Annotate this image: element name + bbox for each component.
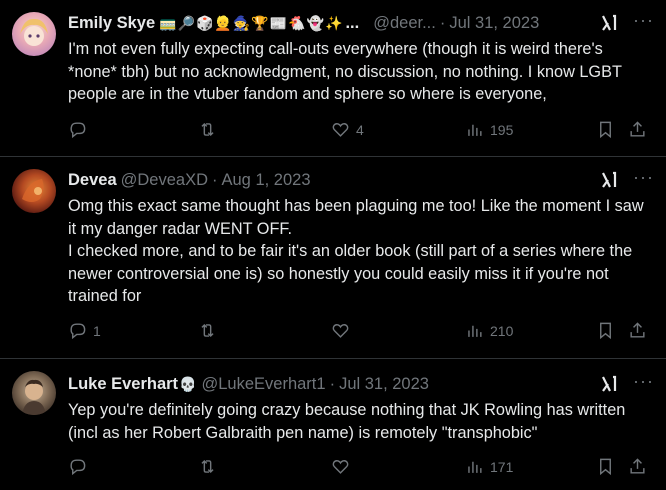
views-icon (468, 325, 482, 337)
bookmark-icon (600, 121, 611, 139)
views-button[interactable]: 171 (465, 457, 513, 476)
heart-icon (332, 460, 349, 474)
separator: · (212, 170, 218, 189)
more-icon[interactable]: ··· (633, 11, 654, 29)
name-emojis: 💀 (179, 375, 198, 392)
tweet-date[interactable]: Jul 31, 2023 (339, 375, 429, 394)
retweet-button[interactable] (198, 457, 223, 476)
like-button[interactable]: 4 (331, 120, 364, 139)
views-count: 195 (490, 121, 514, 138)
tweet-text: Omg this exact same thought has been pla… (68, 197, 644, 305)
tweet-date[interactable]: Jul 31, 2023 (449, 14, 539, 33)
tweet[interactable]: Emily Skye 🚃🔎🎲👱🧙🏆📰🐔👻✨ ... @deer... · Jul… (0, 0, 666, 157)
separator: · (439, 13, 446, 32)
share-icon (630, 121, 645, 137)
tweet-header: Devea @DeveaXD · Aug 1, 2023 ··· (68, 168, 654, 191)
separator: · (329, 374, 336, 393)
display-name[interactable]: Emily Skye (68, 14, 155, 33)
heart-icon (332, 324, 349, 338)
tweet-header: Emily Skye 🚃🔎🎲👱🧙🏆📰🐔👻✨ ... @deer... · Jul… (68, 11, 654, 34)
reply-icon (70, 459, 86, 476)
tweet-text: I'm not even fully expecting call-outs e… (68, 40, 627, 103)
display-name[interactable]: Devea (68, 171, 117, 190)
bookmark-button[interactable] (596, 120, 615, 139)
views-count: 210 (490, 322, 514, 339)
like-button[interactable] (331, 457, 356, 476)
reply-icon (70, 323, 86, 340)
reply-count: 1 (93, 322, 101, 339)
more-icon[interactable]: ··· (633, 168, 654, 186)
retweet-icon (201, 459, 214, 474)
share-button[interactable] (628, 120, 647, 139)
name-emojis: 🚃🔎🎲👱🧙🏆📰🐔👻✨ (159, 14, 344, 31)
views-icon (468, 461, 482, 473)
avatar[interactable] (12, 371, 56, 415)
reply-icon (70, 122, 86, 139)
bookmark-button[interactable] (596, 457, 615, 476)
tweet-actions: 4 195 (68, 120, 654, 144)
retweet-button[interactable] (198, 321, 223, 340)
display-name[interactable]: Luke Everhart (68, 375, 178, 394)
like-button[interactable] (331, 321, 356, 340)
bookmark-button[interactable] (596, 321, 615, 340)
bookmark-icon (600, 458, 611, 476)
grok-icon[interactable] (599, 170, 619, 190)
reply-button[interactable] (68, 457, 93, 476)
tweet-date[interactable]: Aug 1, 2023 (222, 171, 311, 190)
share-icon (630, 322, 645, 338)
user-handle[interactable]: @deer... (373, 14, 436, 33)
bookmark-icon (600, 322, 611, 340)
tweet-actions: 1 210 (68, 321, 654, 345)
share-icon (630, 458, 645, 474)
retweet-button[interactable] (198, 120, 223, 139)
share-button[interactable] (628, 321, 647, 340)
tweet-actions: 171 (68, 457, 654, 481)
tweet-text: Yep you're definitely going crazy becaus… (68, 401, 630, 442)
user-handle[interactable]: @LukeEverhart1 (201, 375, 325, 394)
share-button[interactable] (628, 457, 647, 476)
grok-icon[interactable] (599, 374, 619, 394)
grok-icon[interactable] (599, 13, 619, 33)
views-icon (468, 124, 482, 136)
avatar[interactable] (12, 169, 56, 213)
user-handle[interactable]: @DeveaXD (121, 171, 208, 190)
heart-icon (332, 123, 349, 137)
tweet[interactable]: Luke Everhart 💀 @LukeEverhart1 · Jul 31,… (0, 359, 666, 490)
avatar[interactable] (12, 12, 56, 56)
reply-button[interactable] (68, 120, 93, 139)
views-count: 171 (490, 458, 514, 475)
views-button[interactable]: 210 (465, 321, 513, 340)
retweet-icon (201, 323, 214, 338)
retweet-icon (201, 122, 214, 137)
name-truncation: ... (345, 13, 360, 32)
like-count: 4 (356, 121, 364, 138)
reply-button[interactable]: 1 (68, 321, 101, 340)
tweet-header: Luke Everhart 💀 @LukeEverhart1 · Jul 31,… (68, 372, 654, 395)
more-icon[interactable]: ··· (633, 372, 654, 390)
views-button[interactable]: 195 (465, 120, 513, 139)
tweet[interactable]: Devea @DeveaXD · Aug 1, 2023 ··· Omg thi… (0, 157, 666, 359)
